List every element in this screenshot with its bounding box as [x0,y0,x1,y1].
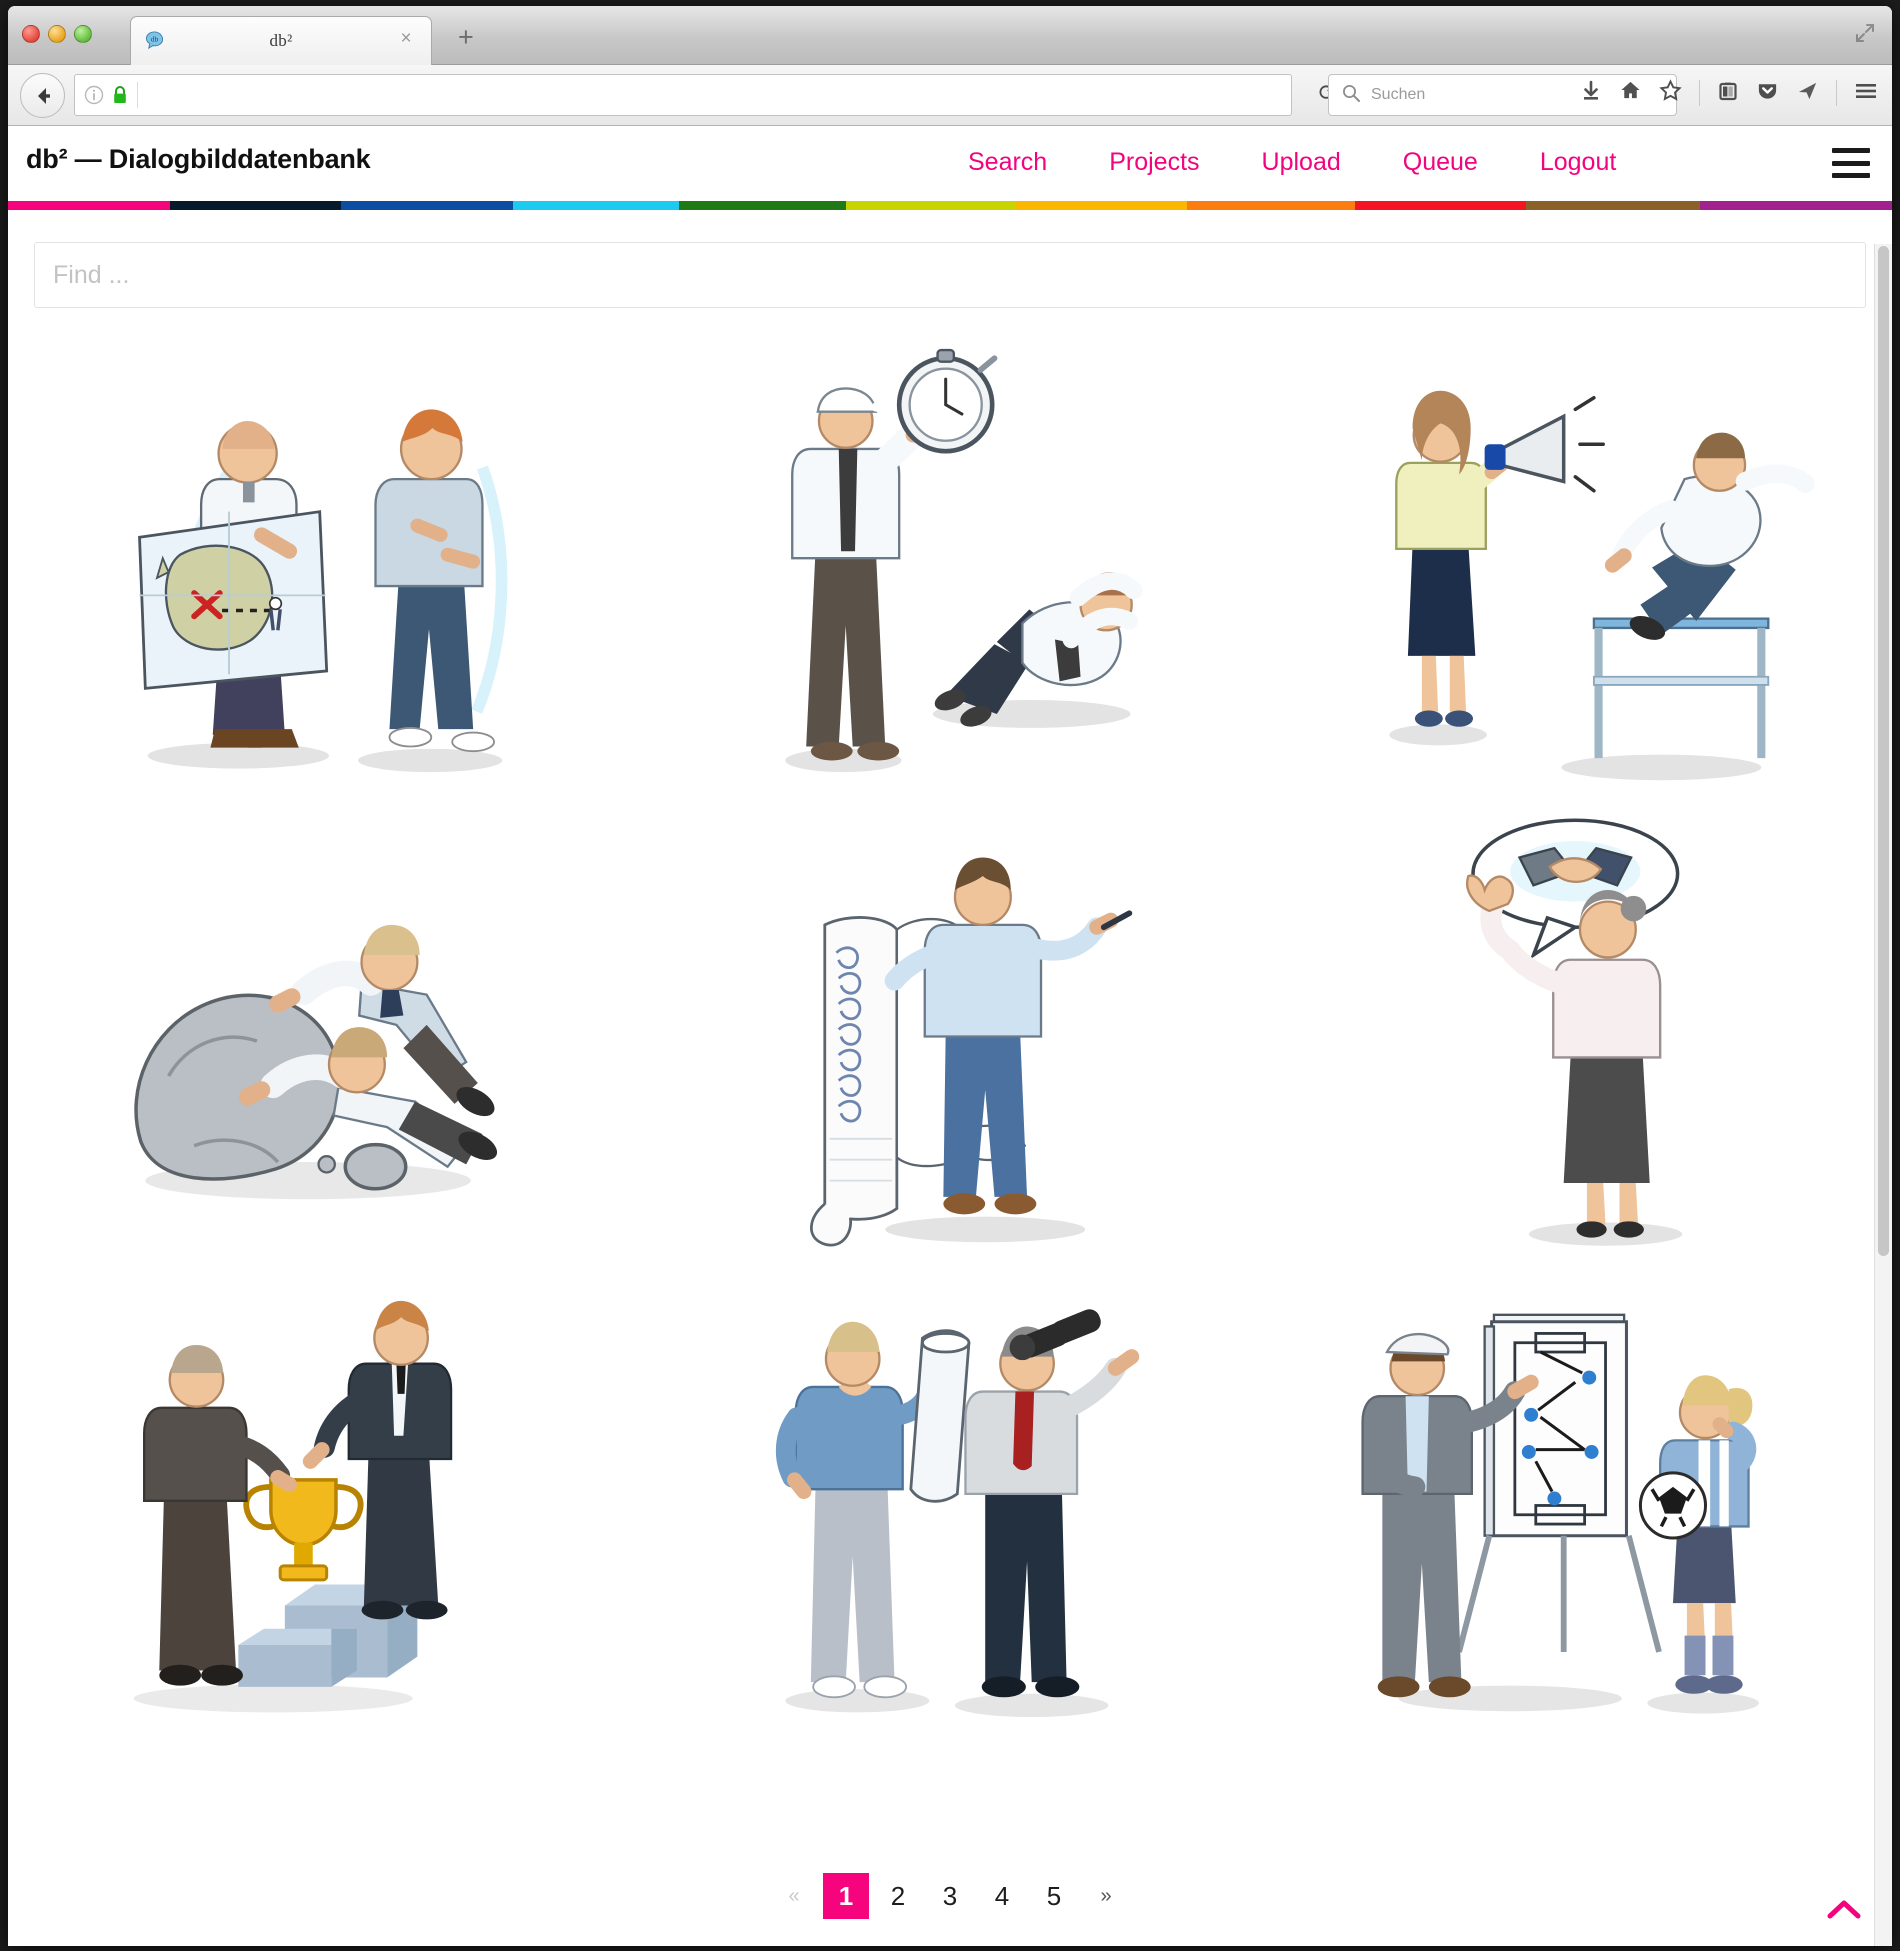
illustration-push-boulder [134,924,498,1200]
illustration-trophy-podium [133,1300,453,1713]
green-padlock-icon[interactable] [111,84,129,106]
close-window-button[interactable] [22,25,40,43]
illustration-long-list [809,857,1132,1247]
color-bar-segment-2 [170,201,342,210]
nav-item-logout[interactable]: Logout [1540,148,1616,177]
gallery-thumb-4[interactable] [24,797,639,1262]
new-tab-button[interactable]: + [458,24,474,51]
color-bar-segment-6 [846,201,1016,210]
tab-close-icon[interactable]: × [397,29,415,48]
url-bar[interactable] [74,74,1292,116]
color-bar-segment-10 [1526,201,1700,210]
browser-search-placeholder: Suchen [1371,86,1426,103]
scrollbar-thumb[interactable] [1878,246,1889,1256]
brand-color-bar [8,201,1892,210]
image-results-grid [8,328,1892,1731]
back-arrow-icon[interactable] [20,73,65,118]
illustration-map-treasure [138,409,508,773]
tab-title: db² [269,31,293,50]
home-icon[interactable] [1619,79,1642,107]
pocket-icon[interactable] [1756,79,1779,107]
pagination: « 1 2 3 4 5 » [8,1873,1892,1919]
pagination-page-5[interactable]: 5 [1031,1873,1077,1919]
main-navigation: Search Projects Upload Queue Logout [968,148,1616,177]
info-circle-icon[interactable] [83,84,105,106]
download-arrow-icon[interactable] [1580,80,1602,107]
page-scrollbar[interactable] [1874,244,1892,1946]
nav-item-search[interactable]: Search [968,148,1047,177]
gallery-thumb-5[interactable] [642,797,1258,1262]
gallery-thumb-7[interactable] [24,1266,639,1731]
illustration-megaphone-hurdle [1389,390,1816,781]
nav-item-upload[interactable]: Upload [1262,148,1341,177]
illustration-stop-handshake [1466,818,1683,1246]
zoom-window-button[interactable] [74,25,92,43]
color-bar-segment-9 [1355,201,1527,210]
hamburger-menu-icon[interactable] [1832,148,1870,178]
gallery-thumb-2[interactable] [642,328,1258,793]
fullscreen-expand-icon[interactable] [1854,22,1876,44]
browser-title-bar: db db² × + [8,6,1892,65]
nav-item-queue[interactable]: Queue [1403,148,1478,177]
pagination-page-3[interactable]: 3 [927,1873,973,1919]
magnifier-icon [1341,83,1361,108]
toolbar-divider [1699,80,1700,106]
gallery-thumb-3[interactable] [1261,328,1876,793]
illustration-coach-flipchart [1361,1313,1760,1714]
window-traffic-lights [22,25,92,43]
pagination-page-1[interactable]: 1 [823,1873,869,1919]
color-bar-segment-4 [512,201,679,210]
gallery-thumb-1[interactable] [24,328,639,793]
app-header: db² — Dialogbilddatenbank Search Project… [8,126,1892,201]
page-content: db² — Dialogbilddatenbank Search Project… [8,126,1892,1946]
page-title: db² — Dialogbilddatenbank [26,144,371,174]
color-bar-segment-8 [1187,201,1355,210]
color-bar-segment-5 [678,201,847,210]
chevron-up-icon[interactable] [1826,1897,1862,1921]
pagination-page-2[interactable]: 2 [875,1873,921,1919]
gallery-thumb-8[interactable] [642,1266,1258,1731]
pagination-prev[interactable]: « [771,1873,817,1919]
library-icon[interactable] [1717,80,1739,107]
pagination-next[interactable]: » [1083,1873,1129,1919]
minimize-window-button[interactable] [48,25,66,43]
screenshot-root: db db² × + Suchen db² — Dialogbilddatenb… [0,0,1900,1951]
browser-window: db db² × + Suchen db² — Dialogbilddatenb… [8,6,1892,1946]
search-row [8,210,1892,308]
menu-hamburger-icon[interactable] [1854,80,1878,107]
nav-item-projects[interactable]: Projects [1109,148,1199,177]
illustration-blueprint-binoculars [775,1309,1139,1718]
pagination-page-4[interactable]: 4 [979,1873,1025,1919]
search-input[interactable] [34,242,1866,308]
browser-tab[interactable]: db db² × [130,16,432,65]
browser-nav-toolbar: ⟳ Suchen [8,65,1892,126]
toolbar-divider-2 [1836,80,1837,106]
send-to-device-icon[interactable] [1796,79,1819,107]
color-bar-segment-7 [1015,201,1188,210]
gallery-thumb-6[interactable] [1261,797,1876,1262]
color-bar-segment-11 [1699,201,1892,210]
color-bar-segment-3 [341,201,513,210]
url-separator [137,82,138,108]
bookmark-star-icon[interactable] [1659,79,1682,107]
color-bar-segment-1 [8,201,171,210]
gallery-thumb-9[interactable] [1261,1266,1876,1731]
illustration-stopwatch-rest [784,348,1143,773]
browser-toolbar-icons [1580,79,1878,107]
